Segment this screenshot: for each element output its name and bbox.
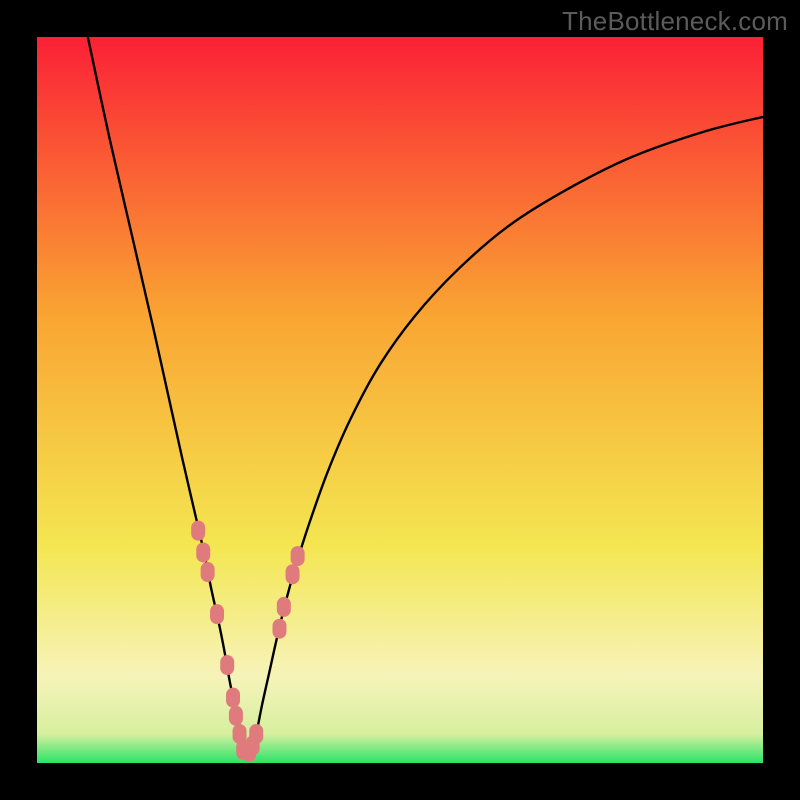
- chart-svg: [37, 37, 763, 763]
- markers: [191, 521, 304, 762]
- data-marker: [286, 564, 300, 584]
- data-marker: [272, 619, 286, 639]
- data-marker: [249, 724, 263, 744]
- data-marker: [210, 604, 224, 624]
- data-marker: [226, 688, 240, 708]
- left-branch-curve: [88, 37, 246, 756]
- data-marker: [229, 706, 243, 726]
- data-marker: [277, 597, 291, 617]
- plot-area: [37, 37, 763, 763]
- watermark: TheBottleneck.com: [562, 6, 788, 37]
- data-marker: [196, 542, 210, 562]
- data-marker: [201, 562, 215, 582]
- data-marker: [191, 521, 205, 541]
- data-marker: [220, 655, 234, 675]
- frame: TheBottleneck.com: [0, 0, 800, 800]
- data-marker: [291, 546, 305, 566]
- right-branch-curve: [251, 117, 763, 756]
